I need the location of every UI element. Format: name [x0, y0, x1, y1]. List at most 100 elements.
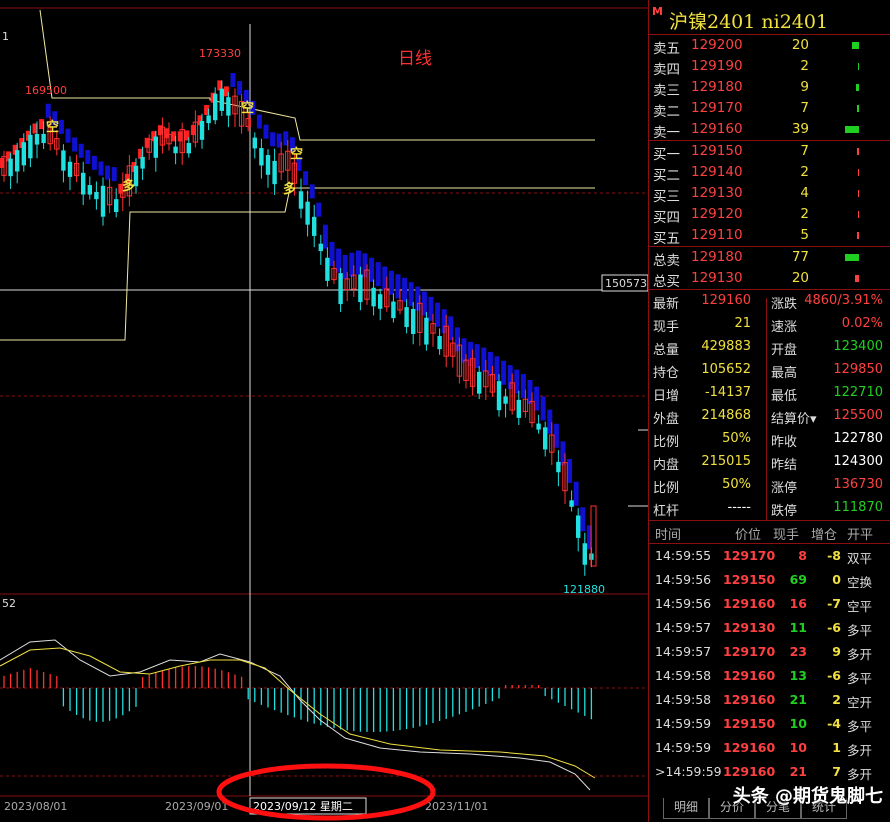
- stat-label: 比例: [653, 481, 680, 496]
- stat-value-2: 136730: [833, 477, 883, 492]
- tick-time: 14:59:59: [655, 740, 712, 755]
- ribbon-segment: [78, 143, 84, 158]
- bids-row[interactable]: 买二 129140 2: [649, 162, 890, 184]
- bids-row[interactable]: 买五 129110 5: [649, 225, 890, 247]
- col-increase: 增仓: [811, 528, 838, 543]
- tick-price: 129170: [723, 548, 776, 563]
- tick-row[interactable]: 14:59:56 129160 16 -7 空平: [649, 592, 890, 616]
- candle-body: [67, 161, 73, 177]
- tick-time: 14:59:59: [655, 716, 712, 731]
- totals-row[interactable]: 总买 129130 20: [649, 268, 890, 290]
- tick-size: 11: [789, 620, 807, 635]
- tab-details[interactable]: 明细: [663, 798, 709, 819]
- high-price-label: 173330: [199, 47, 241, 60]
- stat-row: 现手 21 速涨 0.02%: [649, 313, 890, 336]
- bids-row[interactable]: 买三 129130 4: [649, 183, 890, 205]
- ribbon-segment: [501, 360, 507, 385]
- book-price: 129190: [691, 58, 743, 74]
- bids-row[interactable]: 买四 129120 2: [649, 204, 890, 226]
- asks-row[interactable]: 卖四 129190 2: [649, 56, 890, 78]
- book-price: 129150: [691, 143, 743, 159]
- ribbon-segment: [514, 369, 520, 394]
- tick-row[interactable]: >14:59:59 129160 21 7 多开: [649, 760, 890, 784]
- stat-value: 21: [734, 316, 751, 331]
- ribbon-segment: [534, 386, 540, 411]
- ask-book: 卖五 129200 20 卖四 129190 2 卖三 129180 9 卖二 …: [649, 35, 890, 141]
- signal-kong-1: 空: [46, 119, 59, 135]
- tick-increase: 7: [832, 764, 841, 779]
- candle-body: [272, 160, 277, 185]
- book-qty: 2: [800, 164, 809, 180]
- tick-increase: -4: [827, 716, 841, 731]
- tick-time: 14:59:58: [655, 692, 712, 707]
- stat-label-2: 涨停: [771, 481, 798, 496]
- tick-row[interactable]: 14:59:55 129170 8 -8 双平: [649, 544, 890, 568]
- book-qty: 7: [800, 143, 809, 159]
- book-qty: 20: [791, 270, 809, 286]
- stat-row: 杠杆 ----- 跌停 111870: [649, 497, 890, 520]
- stat-label-2: 开盘: [771, 343, 798, 358]
- tick-size: 16: [789, 596, 807, 611]
- candle-body: [582, 543, 587, 565]
- tick-row[interactable]: 14:59:59 129150 10 -4 多平: [649, 712, 890, 736]
- stat-value-2: 129850: [833, 362, 883, 377]
- stat-value-2: 124300: [833, 454, 883, 469]
- asks-row[interactable]: 卖一 129160 39: [649, 119, 890, 141]
- candle-body: [94, 191, 99, 200]
- totals-row[interactable]: 总卖 129180 77: [649, 247, 890, 269]
- tick-row[interactable]: 14:59:58 129160 21 2 空开: [649, 688, 890, 712]
- candle-body: [34, 134, 40, 145]
- book-label: 买五: [653, 231, 680, 247]
- stat-label-2: 昨结: [771, 458, 798, 473]
- tick-price: 129160: [723, 596, 776, 611]
- candle-body: [556, 461, 561, 473]
- asks-row[interactable]: 卖五 129200 20: [649, 35, 890, 57]
- signal-duo-1: 多: [122, 178, 135, 194]
- instrument-title[interactable]: 沪镍2401 ni2401: [669, 7, 828, 34]
- book-qty: 4: [800, 185, 809, 201]
- stat-label-2: 结算价▾: [771, 412, 817, 427]
- candle-body: [259, 148, 264, 166]
- left-high-label: 169500: [25, 84, 67, 97]
- asks-row[interactable]: 卖二 129170 7: [649, 98, 890, 120]
- date-label-1: 2023/08/01: [4, 800, 67, 813]
- kline-chart[interactable]: 日线 173330 169500 121880 1 52 150573 空 空 …: [0, 0, 648, 822]
- candle-body: [312, 216, 317, 236]
- book-label: 卖五: [653, 41, 680, 57]
- tick-row[interactable]: 14:59:57 129170 23 9 多开: [649, 640, 890, 664]
- signal-duo-2: 多: [283, 181, 296, 197]
- tick-row[interactable]: 14:59:59 129160 10 1 多开: [649, 736, 890, 760]
- asks-row[interactable]: 卖三 129180 9: [649, 77, 890, 99]
- candle-body: [140, 157, 145, 169]
- book-price: 129130: [691, 270, 743, 286]
- candle-body: [305, 201, 310, 225]
- stat-value: -----: [727, 500, 751, 515]
- ribbon-segment: [580, 507, 586, 532]
- candle-body: [543, 427, 548, 450]
- candle-body: [41, 133, 46, 144]
- stat-label: 比例: [653, 435, 680, 450]
- trend-ribbon: [0, 73, 592, 550]
- tick-row[interactable]: 14:59:57 129130 11 -6 多平: [649, 616, 890, 640]
- candle-body: [496, 381, 502, 411]
- book-label: 买二: [653, 168, 680, 184]
- stat-value-2: 122780: [833, 431, 883, 446]
- tick-row[interactable]: 14:59:56 129150 69 0 空换: [649, 568, 890, 592]
- tick-type: 多开: [847, 767, 873, 782]
- stat-row: 比例 50% 涨停 136730: [649, 474, 890, 497]
- book-volume-bar: [858, 211, 859, 218]
- date-label-3: 2023/11/01: [425, 800, 488, 813]
- tick-row[interactable]: 14:59:58 129160 13 -6 多平: [649, 664, 890, 688]
- stat-label-2: 涨跌: [771, 297, 798, 312]
- ribbon-segment: [85, 149, 91, 164]
- stat-row: 外盘 214868 结算价▾ 125500: [649, 405, 890, 428]
- tick-list[interactable]: 时间 价位 现手 增仓 开平 14:59:55 129170 8 -8 双平 14…: [649, 520, 890, 784]
- tick-increase: 0: [832, 572, 841, 587]
- book-price: 129200: [691, 37, 743, 53]
- stat-label-2: 最高: [771, 366, 798, 381]
- bids-row[interactable]: 买一 129150 7: [649, 141, 890, 163]
- candle-body: [173, 146, 178, 154]
- stat-value: 105652: [701, 362, 751, 377]
- stat-label: 日增: [653, 389, 680, 404]
- book-qty: 77: [791, 249, 809, 265]
